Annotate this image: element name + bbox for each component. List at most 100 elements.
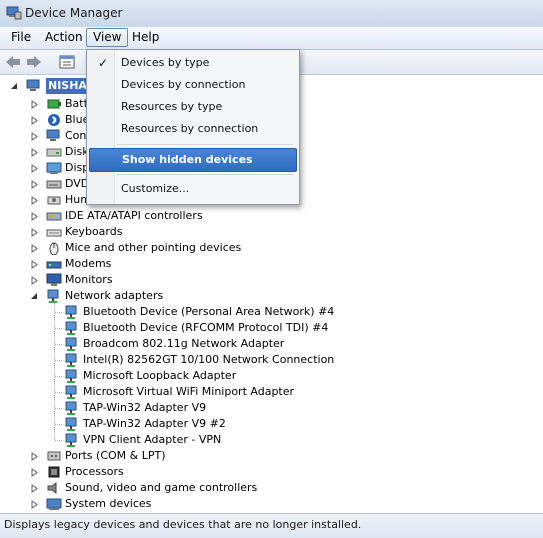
checkmark-icon: ✓ [98, 56, 109, 70]
menu-item-resources-by-connection[interactable]: Resources by connection [89, 118, 295, 140]
network-adapter-row[interactable]: Bluetooth Device (Personal Area Network)… [0, 304, 540, 320]
row-label: Modems [65, 257, 112, 270]
status-text: Displays legacy devices and devices that… [4, 518, 362, 531]
expand-triangle-icon[interactable] [30, 164, 39, 173]
row-label: IDE ATA/ATAPI controllers [65, 209, 203, 222]
expand-triangle-icon[interactable] [30, 276, 39, 285]
menu-help[interactable]: Help [126, 29, 165, 46]
collapse-triangle-icon[interactable] [10, 82, 19, 91]
row-label: Keyboards [65, 225, 123, 238]
row-label: TAP-Win32 Adapter V9 #2 [83, 417, 226, 430]
computer-icon [46, 129, 60, 141]
menu-item-customize[interactable]: Customize... [89, 178, 295, 200]
expand-triangle-icon[interactable] [30, 228, 39, 237]
tree-category-row[interactable]: System devices [0, 496, 540, 512]
monitor-icon [46, 273, 62, 286]
network-adapter-icon [65, 433, 77, 447]
menu-view[interactable]: View [86, 28, 129, 47]
processor-icon [48, 466, 60, 478]
title-bar: Device Manager [0, 0, 543, 27]
row-label: Ports (COM & LPT) [65, 449, 166, 462]
row-label: Con [65, 129, 87, 142]
tree-category-row[interactable]: Keyboards [0, 224, 540, 240]
expand-triangle-icon[interactable] [30, 212, 39, 221]
menu-separator [117, 174, 293, 175]
system-device-icon [46, 498, 62, 510]
modem-icon [46, 261, 62, 269]
expand-triangle-icon[interactable] [30, 132, 39, 141]
expand-triangle-icon[interactable] [30, 484, 39, 493]
sound-icon [47, 482, 57, 494]
network-adapter-icon [65, 369, 77, 383]
row-label: VPN Client Adapter - VPN [83, 433, 222, 446]
row-label: Bluetooth Device (Personal Area Network)… [83, 305, 335, 318]
bluetooth-icon [48, 114, 60, 126]
menu-item-devices-by-type[interactable]: ✓ Devices by type [89, 52, 295, 74]
network-adapter-row[interactable]: TAP-Win32 Adapter V9 [0, 400, 540, 416]
tree-category-row[interactable]: Processors [0, 464, 540, 480]
row-label: Microsoft Loopback Adapter [83, 369, 237, 382]
expand-triangle-icon[interactable] [30, 100, 39, 109]
tree-category-row[interactable]: Modems [0, 256, 540, 272]
menu-item-resources-by-type[interactable]: Resources by type [89, 96, 295, 118]
tree-category-row[interactable]: Sound, video and game controllers [0, 480, 540, 496]
tree-category-row[interactable]: Mice and other pointing devices [0, 240, 540, 256]
network-adapter-icon [65, 353, 77, 367]
collapse-triangle-icon[interactable] [30, 292, 39, 301]
tree-category-row[interactable]: Network adapters [0, 288, 540, 304]
view-menu-dropdown: ✓ Devices by type Devices by connection … [86, 49, 300, 205]
menu-file[interactable]: File [5, 29, 37, 46]
network-adapter-icon [65, 417, 77, 431]
device-manager-icon [6, 6, 22, 20]
row-label: TAP-Win32 Adapter V9 [83, 401, 207, 414]
network-adapter-icon [65, 401, 77, 415]
network-adapter-icon [65, 321, 77, 335]
hid-icon [47, 196, 61, 205]
properties-icon[interactable] [58, 53, 76, 71]
display-adapter-icon [46, 162, 62, 174]
expand-triangle-icon[interactable] [30, 244, 39, 253]
network-adapter-icon [65, 385, 77, 399]
network-adapter-row[interactable]: Microsoft Loopback Adapter [0, 368, 540, 384]
expand-triangle-icon[interactable] [30, 500, 39, 509]
expand-triangle-icon[interactable] [30, 468, 39, 477]
network-adapter-row[interactable]: Broadcom 802.11g Network Adapter [0, 336, 540, 352]
row-label: Microsoft Virtual WiFi Miniport Adapter [83, 385, 295, 398]
row-label: Broadcom 802.11g Network Adapter [83, 337, 285, 350]
network-adapter-row[interactable]: Bluetooth Device (RFCOMM Protocol TDI) #… [0, 320, 540, 336]
menu-item-devices-by-connection[interactable]: Devices by connection [89, 74, 295, 96]
status-bar: Displays legacy devices and devices that… [0, 513, 543, 538]
menu-bar: File Action View Help [0, 27, 543, 50]
network-adapter-row[interactable]: TAP-Win32 Adapter V9 #2 [0, 416, 540, 432]
row-label: Bluetooth Device (RFCOMM Protocol TDI) #… [83, 321, 329, 334]
back-arrow-icon[interactable] [4, 53, 22, 71]
row-label: Sound, video and game controllers [65, 481, 258, 494]
menu-action[interactable]: Action [39, 29, 89, 46]
tree-category-row[interactable]: IDE ATA/ATAPI controllers [0, 208, 540, 224]
network-adapter-icon [47, 289, 59, 303]
mouse-icon [49, 242, 59, 255]
tree-category-row[interactable]: Ports (COM & LPT) [0, 448, 540, 464]
network-adapter-row[interactable]: Microsoft Virtual WiFi Miniport Adapter [0, 384, 540, 400]
disk-drive-icon [46, 148, 62, 157]
battery-icon [47, 99, 61, 109]
row-label: Monitors [65, 273, 113, 286]
network-adapter-row[interactable]: VPN Client Adapter - VPN [0, 432, 540, 448]
tree-category-row[interactable]: Monitors [0, 272, 540, 288]
network-adapter-row[interactable]: Intel(R) 82562GT 10/100 Network Connecti… [0, 352, 540, 368]
expand-triangle-icon[interactable] [30, 148, 39, 157]
expand-triangle-icon[interactable] [30, 196, 39, 205]
root-label: NISHA [48, 79, 87, 92]
window-title: Device Manager [25, 6, 123, 20]
row-label: Network adapters [65, 289, 164, 302]
expand-triangle-icon[interactable] [30, 180, 39, 189]
dvd-drive-icon [46, 180, 62, 189]
expand-triangle-icon[interactable] [30, 260, 39, 269]
keyboard-icon [46, 229, 62, 237]
forward-arrow-icon[interactable] [25, 53, 43, 71]
expand-triangle-icon[interactable] [30, 452, 39, 461]
menu-item-show-hidden-devices[interactable]: Show hidden devices [89, 148, 297, 172]
menu-separator [117, 144, 293, 145]
port-icon [47, 451, 61, 461]
expand-triangle-icon[interactable] [30, 116, 39, 125]
